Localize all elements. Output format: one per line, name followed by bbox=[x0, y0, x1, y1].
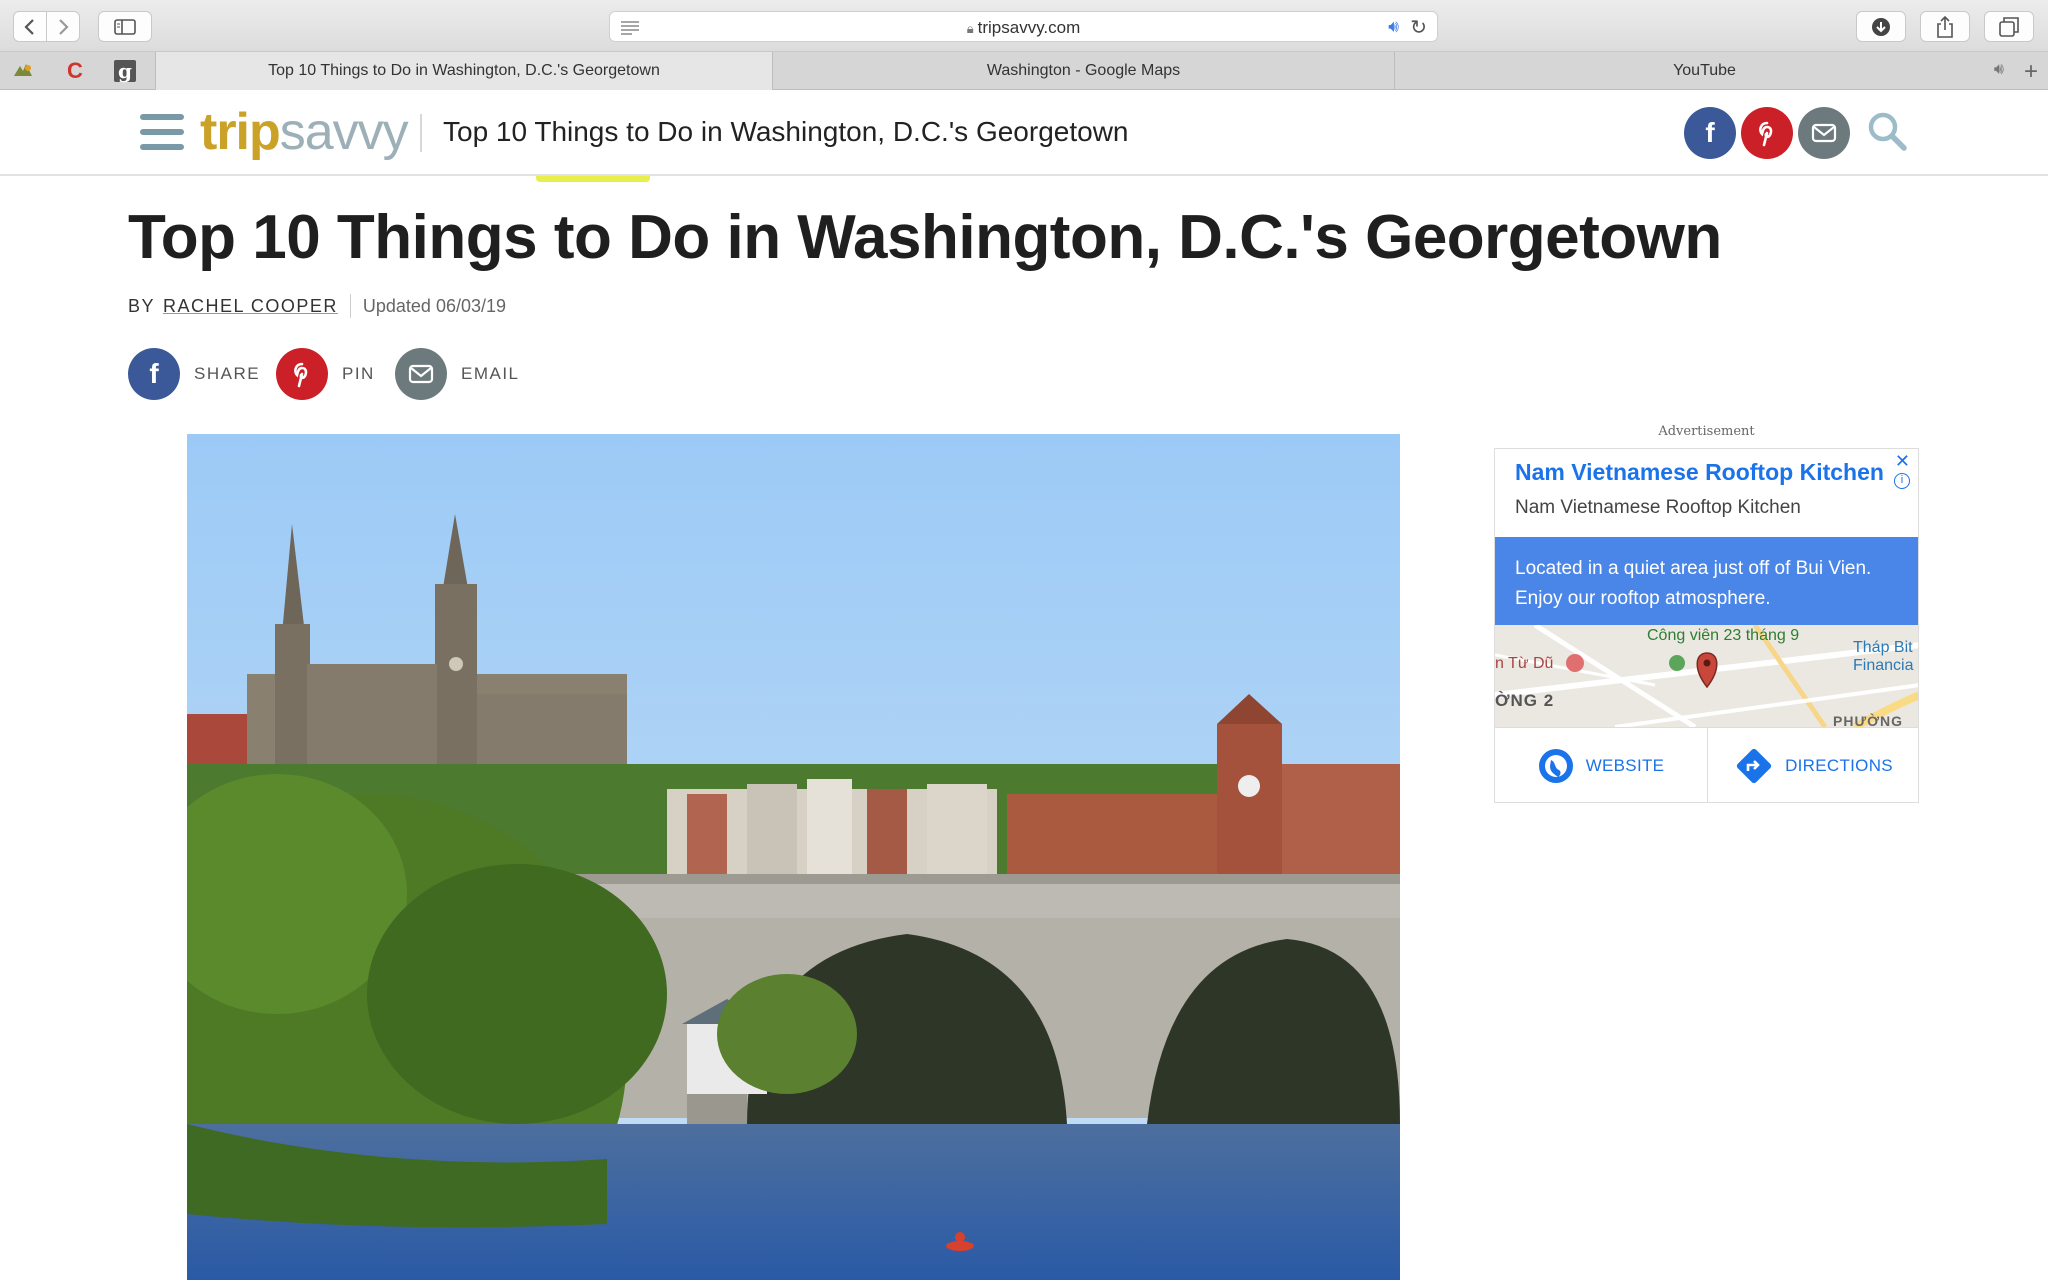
directions-icon bbox=[1736, 748, 1772, 783]
ad-headline[interactable]: Nam Vietnamese Rooftop Kitchen bbox=[1515, 459, 1884, 486]
ad-map[interactable]: Công viên 23 tháng 9 n Từ Dũ ỜNG 2 Tháp … bbox=[1495, 625, 1918, 727]
ad-body-line-2: Enjoy our rooftop atmosphere. bbox=[1515, 588, 1771, 609]
header-accent-strip bbox=[536, 176, 650, 182]
ad-info-icon[interactable]: i bbox=[1894, 473, 1910, 489]
ad-directions-label: DIRECTIONS bbox=[1785, 755, 1893, 775]
tab-bar: C g Top 10 Things to Do in Washington, D… bbox=[0, 52, 2048, 90]
downloads-button[interactable] bbox=[1856, 11, 1906, 42]
header-pinterest-button[interactable] bbox=[1741, 107, 1793, 159]
facebook-icon: f bbox=[1705, 117, 1715, 148]
ad-body-line-1: Located in a quiet area just off of Bui … bbox=[1515, 558, 1872, 579]
tabs-icon bbox=[1999, 16, 2019, 37]
pinterest-icon bbox=[1759, 121, 1773, 147]
share-icon bbox=[1937, 15, 1953, 38]
map-label-right-1: Tháp Bit bbox=[1853, 639, 1913, 656]
map-label-bottom: PHƯỜNG bbox=[1833, 713, 1904, 727]
chevron-right-icon bbox=[59, 18, 69, 35]
map-label-park: Công viên 23 tháng 9 bbox=[1647, 627, 1800, 644]
search-button[interactable] bbox=[1866, 110, 1908, 157]
ad-website-button[interactable]: WEBSITE bbox=[1495, 728, 1707, 802]
header-email-button[interactable] bbox=[1798, 107, 1850, 159]
reload-icon[interactable]: ↻ bbox=[1410, 15, 1427, 40]
facebook-icon: f bbox=[128, 348, 180, 400]
email-icon bbox=[1811, 123, 1837, 143]
chevron-left-icon bbox=[24, 18, 34, 35]
author-link[interactable]: Rachel Cooper bbox=[163, 296, 338, 317]
email-icon bbox=[395, 348, 447, 400]
header-title: Top 10 Things to Do in Washington, D.C.'… bbox=[443, 116, 1129, 147]
favorite-c-icon[interactable]: C bbox=[62, 58, 88, 84]
download-icon bbox=[1872, 17, 1890, 36]
tab-georgetown[interactable]: Top 10 Things to Do in Washington, D.C.'… bbox=[155, 52, 772, 90]
site-header: tripsavvy Top 10 Things to Do in Washing… bbox=[0, 90, 2048, 176]
url-text: tripsavvy.com bbox=[977, 18, 1081, 37]
pinterest-icon bbox=[276, 348, 328, 400]
ad-website-label: WEBSITE bbox=[1585, 755, 1665, 775]
share-pinterest-button[interactable]: PIN bbox=[276, 348, 375, 400]
byline: BY Rachel Cooper Updated 06/03/19 bbox=[128, 294, 506, 318]
share-email-button[interactable]: EMAIL bbox=[395, 348, 520, 400]
tab-youtube[interactable]: YouTube bbox=[1394, 52, 2014, 90]
map-label-right-2: Financia bbox=[1853, 657, 1914, 674]
hamburger-menu-icon[interactable] bbox=[140, 114, 184, 150]
tab-label: Top 10 Things to Do in Washington, D.C.'… bbox=[268, 62, 660, 79]
share-facebook-button[interactable]: f SHARE bbox=[128, 348, 260, 400]
ad-label: Advertisement bbox=[1658, 424, 1755, 439]
new-tab-icon[interactable]: + bbox=[2024, 58, 2038, 86]
pin-label: PIN bbox=[342, 364, 375, 383]
advertisement[interactable]: Nam Vietnamese Rooftop Kitchen Nam Vietn… bbox=[1494, 448, 1919, 803]
forward-button[interactable] bbox=[46, 11, 80, 42]
address-bar[interactable]: 🔒︎ tripsavvy.com 🔊︎ ↻ bbox=[609, 11, 1438, 42]
byline-divider bbox=[349, 294, 351, 318]
search-icon bbox=[1868, 112, 1907, 151]
tab-label: Washington - Google Maps bbox=[986, 62, 1181, 79]
favorite-pinned-site-icon[interactable] bbox=[10, 58, 36, 84]
tabs-overview-button[interactable] bbox=[1984, 11, 2034, 42]
share-button[interactable] bbox=[1920, 11, 1970, 42]
tripsavvy-logo[interactable]: tripsavvy bbox=[200, 102, 409, 162]
audio-playing-icon[interactable]: 🔊︎ bbox=[1388, 17, 1399, 37]
header-facebook-button[interactable]: f bbox=[1684, 107, 1736, 159]
share-label: SHARE bbox=[194, 364, 261, 383]
tab-google-maps[interactable]: Washington - Google Maps bbox=[772, 52, 1394, 90]
favorite-g-icon[interactable]: g bbox=[114, 59, 136, 83]
browser-toolbar: 🔒︎ tripsavvy.com 🔊︎ ↻ bbox=[0, 0, 2048, 52]
url-display: 🔒︎ tripsavvy.com bbox=[610, 18, 1437, 38]
ad-subhead: Nam Vietnamese Rooftop Kitchen bbox=[1515, 497, 1801, 518]
article-title: Top 10 Things to Do in Washington, D.C.'… bbox=[128, 203, 1722, 272]
tab-audio-icon[interactable]: 🔊︎ bbox=[1994, 61, 2004, 79]
tab-label: YouTube bbox=[1673, 62, 1736, 79]
back-button[interactable] bbox=[13, 11, 47, 42]
ad-close-icon[interactable]: ✕ bbox=[1895, 451, 1910, 472]
globe-icon bbox=[1538, 748, 1573, 783]
hero-image bbox=[187, 434, 1400, 1280]
header-divider bbox=[420, 114, 422, 152]
map-label-district: ỜNG 2 bbox=[1495, 691, 1555, 710]
ad-body[interactable]: Located in a quiet area just off of Bui … bbox=[1495, 537, 1918, 625]
lock-icon: 🔒︎ bbox=[966, 21, 974, 36]
by-label: BY bbox=[128, 295, 156, 316]
email-label: EMAIL bbox=[461, 364, 520, 383]
ad-actions: WEBSITE DIRECTIONS bbox=[1495, 727, 1918, 802]
sidebar-button[interactable] bbox=[98, 11, 152, 42]
map-label-left: n Từ Dũ bbox=[1495, 655, 1554, 672]
sidebar-icon bbox=[114, 18, 136, 35]
ad-directions-button[interactable]: DIRECTIONS bbox=[1707, 728, 1918, 802]
updated-date: Updated 06/03/19 bbox=[362, 295, 507, 316]
